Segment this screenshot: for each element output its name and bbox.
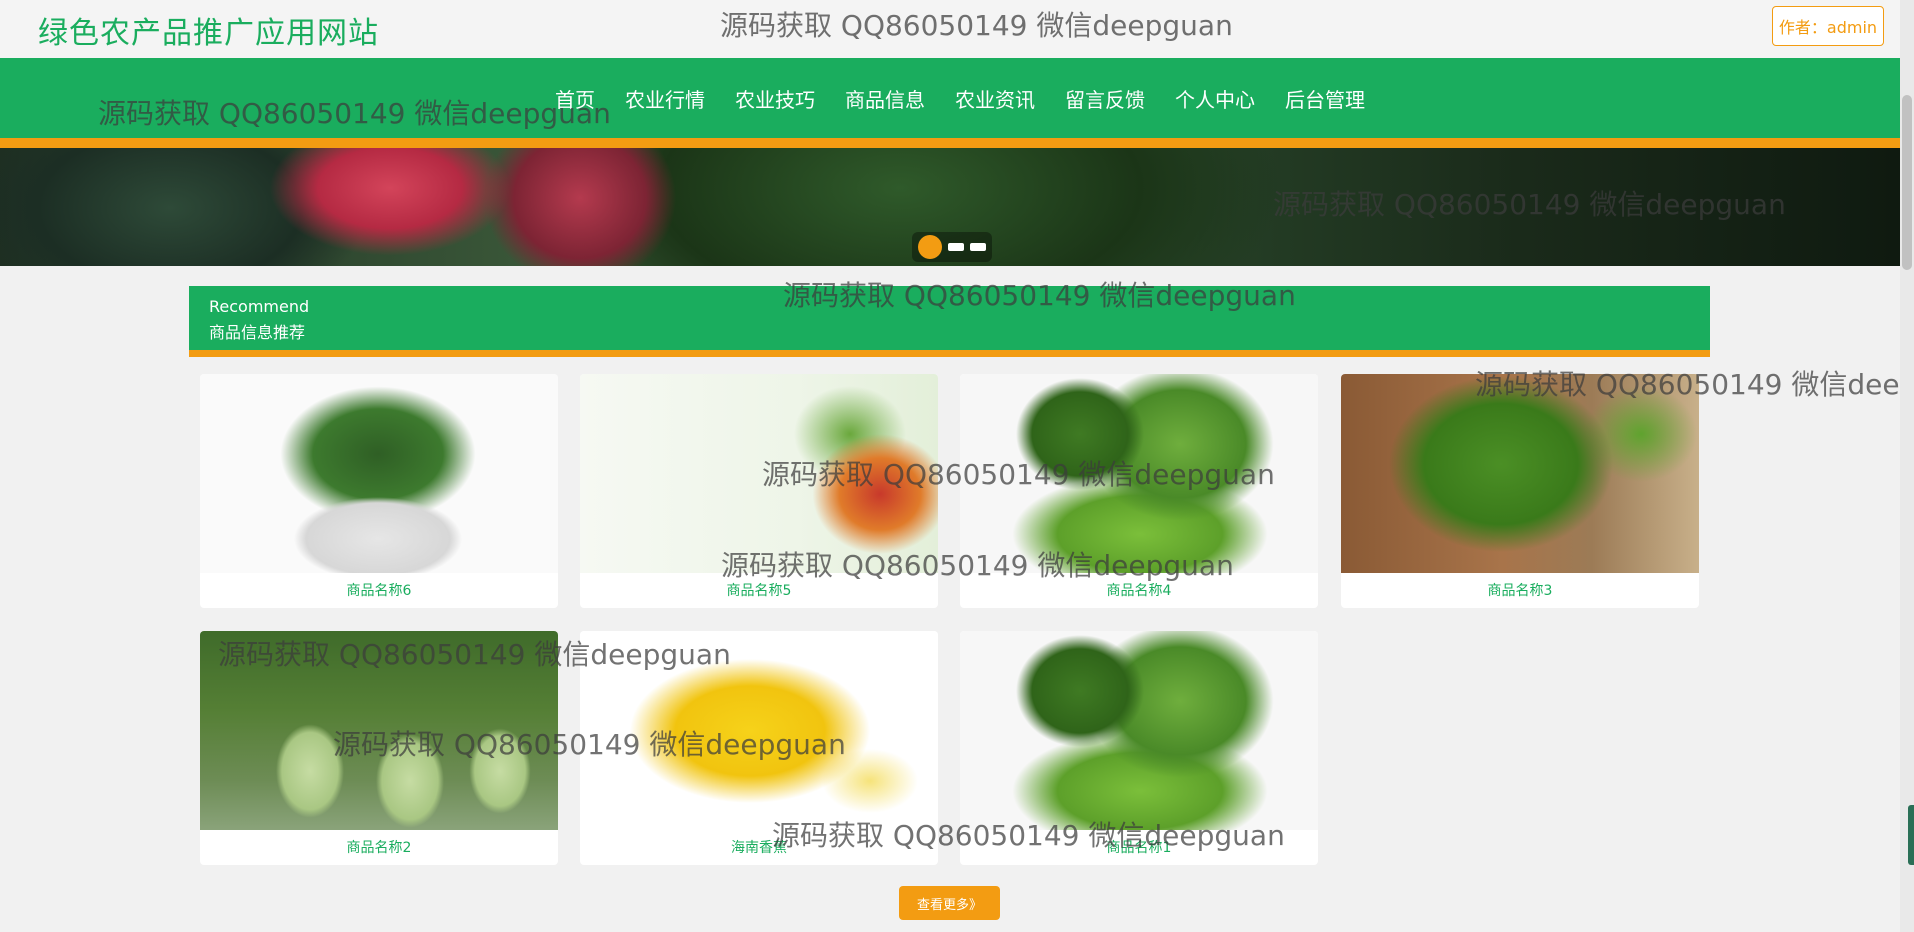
nav-item-tips[interactable]: 农业技巧 bbox=[720, 84, 830, 113]
product-card[interactable]: 商品名称3 bbox=[1341, 374, 1699, 608]
product-name[interactable]: 商品名称6 bbox=[200, 580, 558, 600]
product-name[interactable]: 海南香蕉 bbox=[580, 837, 938, 857]
side-floating-tab[interactable] bbox=[1908, 805, 1914, 865]
nav-item-home[interactable]: 首页 bbox=[540, 84, 610, 113]
top-header: 绿色农产品推广应用网站 作者：admin bbox=[0, 0, 1900, 58]
section-title-cn: 商品信息推荐 bbox=[209, 323, 306, 342]
section-title-en: Recommend bbox=[209, 297, 310, 316]
product-image[interactable] bbox=[200, 631, 558, 830]
product-card[interactable]: 商品名称5 bbox=[580, 374, 938, 608]
recommend-section-header: Recommend 商品信息推荐 bbox=[189, 286, 1710, 350]
nav-item-admin[interactable]: 后台管理 bbox=[1270, 84, 1380, 113]
nav-item-products[interactable]: 商品信息 bbox=[830, 84, 940, 113]
nav-item-market[interactable]: 农业行情 bbox=[610, 84, 720, 113]
product-name[interactable]: 商品名称4 bbox=[960, 580, 1318, 600]
product-card[interactable]: 海南香蕉 bbox=[580, 631, 938, 865]
product-image[interactable] bbox=[580, 374, 938, 573]
page-scrollbar[interactable] bbox=[1900, 0, 1914, 932]
site-title[interactable]: 绿色农产品推广应用网站 bbox=[38, 8, 379, 52]
view-more-button[interactable]: 查看更多》 bbox=[899, 886, 1000, 920]
main-navbar: 首页 农业行情 农业技巧 商品信息 农业资讯 留言反馈 个人中心 后台管理 bbox=[0, 58, 1900, 138]
product-image[interactable] bbox=[1341, 374, 1699, 573]
product-image[interactable] bbox=[960, 631, 1318, 830]
product-name[interactable]: 商品名称1 bbox=[960, 837, 1318, 857]
scrollbar-thumb[interactable] bbox=[1902, 95, 1912, 270]
product-card[interactable]: 商品名称4 bbox=[960, 374, 1318, 608]
product-card[interactable]: 商品名称1 bbox=[960, 631, 1318, 865]
nav-accent-bar bbox=[0, 138, 1900, 148]
product-card[interactable]: 商品名称6 bbox=[200, 374, 558, 608]
carousel-indicators bbox=[912, 232, 992, 262]
author-button[interactable]: 作者：admin bbox=[1772, 6, 1884, 46]
product-name[interactable]: 商品名称3 bbox=[1341, 580, 1699, 600]
product-image[interactable] bbox=[580, 631, 938, 830]
nav-item-profile[interactable]: 个人中心 bbox=[1160, 84, 1270, 113]
nav-item-feedback[interactable]: 留言反馈 bbox=[1050, 84, 1160, 113]
section-accent-bar bbox=[189, 350, 1710, 357]
nav-item-news[interactable]: 农业资讯 bbox=[940, 84, 1050, 113]
product-card[interactable]: 商品名称2 bbox=[200, 631, 558, 865]
product-image[interactable] bbox=[960, 374, 1318, 573]
nav-menu: 首页 农业行情 农业技巧 商品信息 农业资讯 留言反馈 个人中心 后台管理 bbox=[540, 58, 1380, 138]
product-name[interactable]: 商品名称5 bbox=[580, 580, 938, 600]
carousel-dot-2[interactable] bbox=[948, 243, 964, 251]
carousel-dot-1[interactable] bbox=[918, 235, 942, 259]
product-name[interactable]: 商品名称2 bbox=[200, 837, 558, 857]
product-image[interactable] bbox=[200, 374, 558, 573]
carousel-dot-3[interactable] bbox=[970, 243, 986, 251]
